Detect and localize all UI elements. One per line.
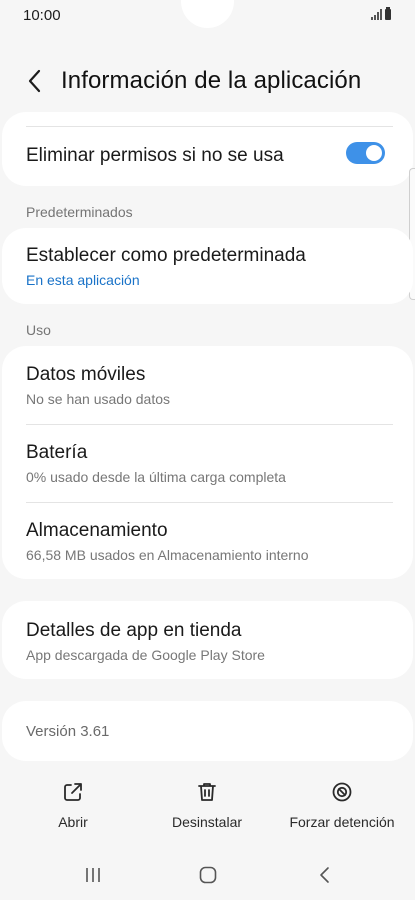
back-button[interactable] bbox=[310, 863, 340, 887]
version-text: Versión 3.61 bbox=[26, 723, 110, 740]
recent-apps-button[interactable] bbox=[78, 863, 108, 887]
divider bbox=[26, 126, 393, 127]
list-item-mobile-data[interactable]: Datos móviles No se han usado datos bbox=[2, 346, 413, 424]
section-label-usage: Uso bbox=[26, 322, 51, 338]
section-label-defaults: Predeterminados bbox=[26, 204, 133, 220]
battery-sub: 0% usado desde la última carga completa bbox=[26, 469, 286, 485]
home-button[interactable] bbox=[193, 863, 223, 887]
store-details-card[interactable]: Detalles de app en tienda App descargada… bbox=[2, 601, 413, 679]
set-default-card[interactable]: Establecer como predeterminada En esta a… bbox=[2, 228, 413, 304]
battery-title: Batería bbox=[26, 442, 88, 463]
status-bar: 10:00 bbox=[0, 0, 415, 34]
set-default-title: Establecer como predeterminada bbox=[26, 245, 306, 266]
open-button[interactable]: Abrir bbox=[48, 780, 98, 830]
open-label: Abrir bbox=[58, 814, 88, 830]
mobile-data-sub: No se han usado datos bbox=[26, 391, 170, 407]
block-icon bbox=[330, 780, 354, 804]
home-icon bbox=[199, 866, 217, 884]
mobile-data-title: Datos móviles bbox=[26, 364, 146, 385]
usage-card: Datos móviles No se han usado datos Bate… bbox=[2, 346, 413, 579]
status-icons bbox=[371, 7, 391, 20]
storage-title: Almacenamiento bbox=[26, 520, 168, 541]
set-default-sub: En esta aplicación bbox=[26, 272, 140, 288]
force-stop-button[interactable]: Forzar detención bbox=[282, 780, 402, 830]
storage-sub: 66,58 MB usados en Almacenamiento intern… bbox=[26, 547, 309, 563]
back-nav-icon bbox=[320, 867, 329, 883]
open-external-icon bbox=[61, 780, 85, 804]
uninstall-label: Desinstalar bbox=[171, 814, 243, 830]
back-arrow-icon[interactable] bbox=[24, 68, 46, 94]
app-header: Información de la aplicación bbox=[0, 52, 415, 112]
page-title: Información de la aplicación bbox=[61, 67, 362, 94]
uninstall-button[interactable]: Desinstalar bbox=[157, 780, 257, 830]
trash-icon bbox=[195, 780, 219, 804]
recent-apps-icon bbox=[86, 868, 100, 882]
force-stop-label: Forzar detención bbox=[289, 814, 395, 830]
permissions-card: Eliminar permisos si no se usa bbox=[2, 112, 413, 186]
list-item-battery[interactable]: Batería 0% usado desde la última carga c… bbox=[2, 425, 413, 502]
list-item-storage[interactable]: Almacenamiento 66,58 MB usados en Almace… bbox=[2, 503, 413, 579]
remove-permissions-label: Eliminar permisos si no se usa bbox=[26, 145, 284, 166]
toggle-knob bbox=[366, 145, 382, 161]
version-card: Versión 3.61 bbox=[2, 701, 413, 761]
bottom-actions: Abrir Desinstalar Forzar detención bbox=[0, 780, 415, 840]
store-details-title: Detalles de app en tienda bbox=[26, 620, 242, 641]
battery-icon bbox=[385, 7, 391, 20]
status-time: 10:00 bbox=[23, 7, 61, 24]
store-details-sub: App descargada de Google Play Store bbox=[26, 647, 265, 663]
signal-icon bbox=[371, 9, 382, 20]
remove-permissions-toggle[interactable] bbox=[346, 142, 385, 164]
camera-notch bbox=[181, 0, 234, 28]
navigation-bar bbox=[0, 855, 415, 895]
